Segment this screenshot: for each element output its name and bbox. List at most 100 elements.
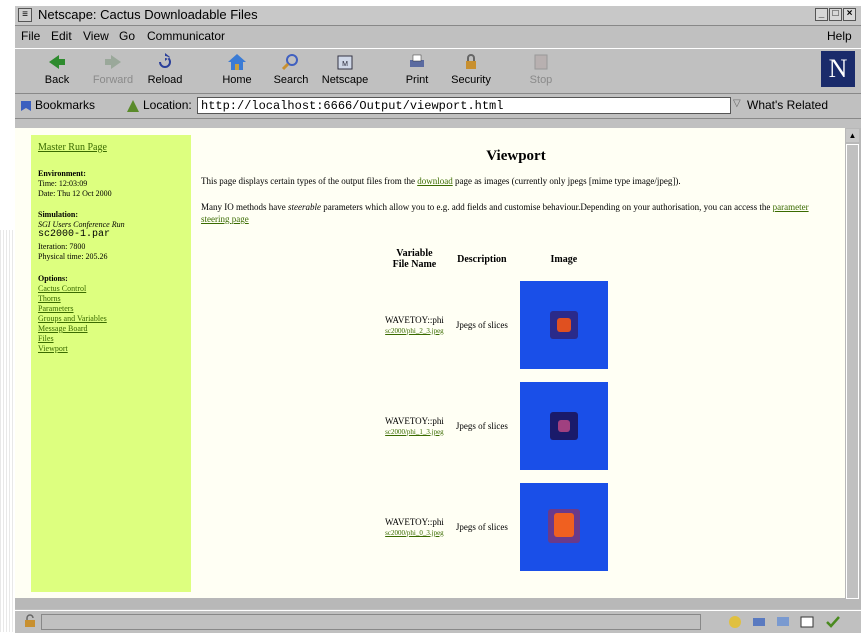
- filename-header: File Name: [392, 259, 437, 270]
- sidebar-item-message-board[interactable]: Message Board: [38, 324, 88, 334]
- mail-icon[interactable]: [751, 614, 767, 630]
- page-content: Master Run Page Environment: Time: 12:03…: [15, 128, 845, 598]
- menu-view[interactable]: View: [83, 29, 109, 43]
- navigator-icon[interactable]: [727, 614, 743, 630]
- print-button[interactable]: Print: [389, 51, 445, 91]
- intro-text-end: page as images (currently only jpegs [mi…: [452, 176, 681, 186]
- slice-image[interactable]: [519, 381, 608, 470]
- column-header-description: Description: [457, 253, 507, 265]
- slice-image[interactable]: [519, 482, 608, 571]
- image-cell: [514, 274, 614, 375]
- menu-go[interactable]: Go: [119, 29, 135, 43]
- iteration-value: Iteration: 7800: [38, 242, 86, 251]
- variable-name: WAVETOY::phi: [385, 314, 444, 325]
- back-button[interactable]: Back: [29, 51, 85, 91]
- location-icon: [127, 100, 139, 112]
- forward-arrow-icon: [105, 55, 121, 69]
- table-row: WAVETOY::phisc2000/phi_0_3.jpeg Jpegs of…: [379, 476, 614, 577]
- menu-edit[interactable]: Edit: [51, 29, 72, 43]
- scroll-up-icon[interactable]: ▲: [846, 129, 859, 142]
- security-button[interactable]: Security: [443, 51, 499, 91]
- maximize-button[interactable]: □: [829, 8, 842, 21]
- stop-icon: [534, 54, 548, 70]
- location-toolbar: Bookmarks Location: http://localhost:666…: [15, 94, 861, 119]
- netscape-label: Netscape: [321, 74, 369, 86]
- intro-paragraph: This page displays certain types of the …: [201, 176, 831, 186]
- close-button[interactable]: ×: [843, 8, 856, 21]
- security-lock-icon[interactable]: [23, 614, 37, 628]
- column-header-variable: Variable File Name: [379, 244, 450, 274]
- search-button[interactable]: Search: [263, 51, 319, 91]
- home-button[interactable]: Home: [209, 51, 265, 91]
- sidebar-item-cactus-control[interactable]: Cactus Control: [38, 284, 86, 294]
- window-title: Netscape: Cactus Downloadable Files: [38, 7, 258, 22]
- intro-text-start: This page displays certain types of the …: [201, 176, 418, 186]
- menu-communicator[interactable]: Communicator: [147, 29, 225, 43]
- check-icon[interactable]: [825, 614, 841, 630]
- time-value: Time: 12:03:09: [38, 179, 88, 188]
- netscape-logo[interactable]: N: [821, 51, 855, 87]
- variable-cell: WAVETOY::phisc2000/phi_2_3.jpeg: [379, 274, 450, 375]
- lock-icon: [466, 54, 476, 69]
- title-bar: ≡ Netscape: Cactus Downloadable Files _ …: [15, 6, 861, 26]
- bookmarks-button[interactable]: Bookmarks: [35, 98, 95, 112]
- netscape-icon: M: [337, 55, 353, 70]
- variable-header: Variable: [396, 248, 433, 259]
- environment-heading: Environment:: [38, 169, 86, 178]
- physical-time-value: Physical time: 205.26: [38, 252, 108, 261]
- reload-button[interactable]: Reload: [137, 51, 193, 91]
- options-heading: Options:: [38, 274, 68, 283]
- menu-file[interactable]: File: [21, 29, 40, 43]
- menu-help[interactable]: Help: [827, 29, 852, 43]
- toolbar-grip[interactable]: [15, 119, 861, 128]
- description-cell: Jpegs of slices: [455, 420, 508, 431]
- status-message: [41, 614, 701, 630]
- location-label: Location:: [143, 98, 192, 112]
- netscape-button[interactable]: M Netscape: [317, 51, 373, 91]
- forward-label: Forward: [92, 74, 134, 86]
- stop-button[interactable]: Stop: [513, 51, 569, 91]
- composer-icon[interactable]: [799, 614, 815, 630]
- whats-related-button[interactable]: What's Related: [747, 98, 828, 112]
- page-title: Viewport: [486, 148, 546, 164]
- description-cell: Jpegs of slices: [455, 319, 508, 330]
- parameter-file: sc2000-1.par: [38, 229, 111, 240]
- slice-image[interactable]: [519, 280, 608, 369]
- description-cell: Jpegs of slices: [455, 521, 508, 532]
- security-label: Security: [451, 74, 491, 86]
- navigation-toolbar: Back Forward Reload Home Search M Netsca…: [15, 48, 861, 94]
- download-link[interactable]: download: [417, 176, 453, 186]
- output-files-table: Variable File Name Description Image WAVE…: [379, 244, 614, 577]
- horizontal-scrollbar[interactable]: [15, 598, 845, 609]
- file-link[interactable]: sc2000/phi_2_3.jpeg: [385, 327, 444, 335]
- bookmark-icon: [21, 101, 31, 111]
- back-arrow-icon: [49, 55, 65, 69]
- window-menu-icon[interactable]: ≡: [18, 8, 32, 22]
- search-label: Search: [273, 74, 309, 86]
- file-link[interactable]: sc2000/phi_1_3.jpeg: [385, 428, 444, 436]
- scrollbar-thumb[interactable]: [846, 144, 859, 599]
- file-link[interactable]: sc2000/phi_0_3.jpeg: [385, 529, 444, 537]
- vertical-scrollbar[interactable]: ▲: [845, 128, 861, 609]
- url-field[interactable]: http://localhost:6666/Output/viewport.ht…: [197, 97, 731, 114]
- sidebar-item-parameters[interactable]: Parameters: [38, 304, 74, 314]
- forward-button[interactable]: Forward: [85, 51, 141, 91]
- url-dropdown-icon[interactable]: ▽: [733, 98, 741, 109]
- sidebar-item-thorns[interactable]: Thorns: [38, 294, 61, 304]
- image-cell: [514, 476, 614, 577]
- table-row: WAVETOY::phisc2000/phi_2_3.jpeg Jpegs of…: [379, 274, 614, 375]
- home-label: Home: [222, 74, 252, 86]
- minimize-button[interactable]: _: [815, 8, 828, 21]
- steering-paragraph: Many IO methods have steerable parameter…: [201, 201, 831, 225]
- discussions-icon[interactable]: [775, 614, 791, 630]
- printer-icon: [410, 54, 424, 67]
- sidebar-item-files[interactable]: Files: [38, 334, 54, 344]
- variable-name: WAVETOY::phi: [385, 516, 444, 527]
- steering-text-start: Many IO methods have: [201, 202, 288, 212]
- steerable-word: steerable: [287, 202, 321, 212]
- menu-bar: File Edit View Go Communicator Help: [15, 26, 861, 46]
- master-run-page-link[interactable]: Master Run Page: [38, 143, 107, 153]
- sidebar-item-groups-and-variables[interactable]: Groups and Variables: [38, 314, 107, 324]
- steering-text-middle: parameters which allow you to e.g. add f…: [320, 202, 773, 212]
- sidebar-item-viewport[interactable]: Viewport: [38, 344, 68, 354]
